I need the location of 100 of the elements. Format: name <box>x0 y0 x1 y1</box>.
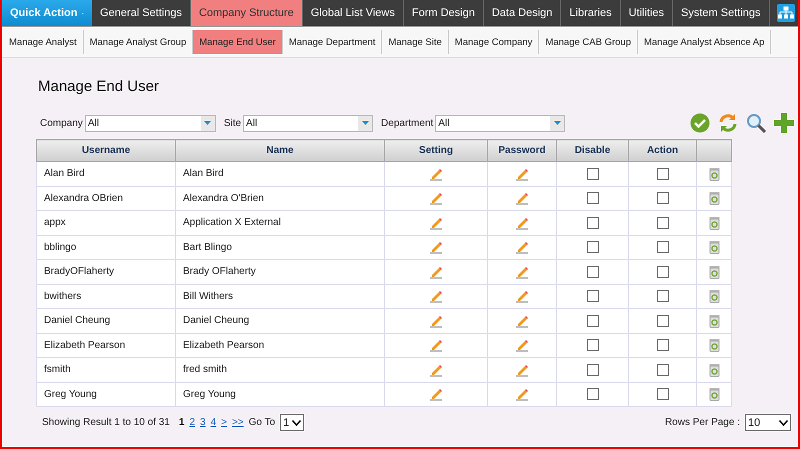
column-header <box>696 140 732 162</box>
pencil-icon[interactable] <box>429 216 443 230</box>
column-header: Name <box>176 140 384 162</box>
recycle-bin-icon[interactable] <box>708 240 720 254</box>
action-checkbox[interactable] <box>656 339 668 352</box>
table-cell: Elizabeth Pearson <box>176 333 384 358</box>
table-cell: Bart Blingo <box>176 235 384 260</box>
recycle-bin-icon[interactable] <box>708 314 720 328</box>
recycle-bin-icon[interactable] <box>708 387 720 402</box>
pencil-icon[interactable] <box>515 387 529 402</box>
sub-nav-tab[interactable]: Manage End User <box>193 30 283 54</box>
pencil-icon[interactable] <box>515 289 529 304</box>
filter-dropdown[interactable]: All <box>84 114 216 132</box>
pencil-icon[interactable] <box>515 362 529 377</box>
pencil-icon[interactable] <box>429 240 443 254</box>
pencil-icon[interactable] <box>429 362 443 377</box>
check-icon[interactable] <box>690 113 710 133</box>
column-header: Disable <box>556 140 628 162</box>
table-cell: Alexandra O'Brien <box>176 186 384 210</box>
page-link[interactable]: 3 <box>200 417 206 428</box>
sub-nav-tab[interactable]: Manage CAB Group <box>539 30 638 54</box>
caret-icon <box>779 420 788 426</box>
column-header: Setting <box>384 140 488 162</box>
table-cell: appx <box>36 210 176 235</box>
page-link[interactable]: > <box>221 417 227 428</box>
pencil-icon[interactable] <box>429 166 443 181</box>
refresh-icon[interactable] <box>718 113 738 133</box>
disable-checkbox[interactable] <box>586 192 598 204</box>
action-checkbox[interactable] <box>656 388 668 400</box>
table-cell: Greg Young <box>176 382 384 406</box>
pencil-icon[interactable] <box>515 166 529 181</box>
sub-nav-tab[interactable]: Manage Analyst Absence Ap <box>638 30 772 54</box>
pencil-icon[interactable] <box>515 314 529 328</box>
pencil-icon[interactable] <box>429 387 443 402</box>
action-checkbox[interactable] <box>656 168 668 180</box>
recycle-bin-icon[interactable] <box>708 362 720 377</box>
action-checkbox[interactable] <box>656 266 668 278</box>
action-checkbox[interactable] <box>656 314 668 327</box>
table-cell: bwithers <box>36 284 176 308</box>
add-icon[interactable] <box>774 113 794 133</box>
pencil-icon[interactable] <box>515 264 529 279</box>
filter-dropdown[interactable]: All <box>435 114 566 132</box>
result-summary: Showing Result 1 to 10 of 31 <box>42 417 170 428</box>
disable-checkbox[interactable] <box>586 364 598 376</box>
caret-icon <box>292 420 302 426</box>
pencil-icon[interactable] <box>429 264 443 279</box>
disable-checkbox[interactable] <box>586 339 598 352</box>
table-cell: Greg Young <box>36 382 176 406</box>
pencil-icon[interactable] <box>429 191 443 206</box>
pencil-icon[interactable] <box>515 338 529 352</box>
sub-nav-tab[interactable]: Manage Department <box>282 30 382 54</box>
recycle-bin-icon[interactable] <box>708 289 720 304</box>
action-checkbox[interactable] <box>656 290 668 302</box>
pencil-icon[interactable] <box>429 338 443 352</box>
disable-checkbox[interactable] <box>586 168 598 180</box>
nav-tab[interactable]: Company Structure <box>190 0 303 26</box>
disable-checkbox[interactable] <box>586 241 598 254</box>
page-title: Manage End User <box>38 78 160 95</box>
pencil-icon[interactable] <box>515 240 529 254</box>
pencil-icon[interactable] <box>515 216 529 230</box>
page-link[interactable]: 2 <box>189 417 195 428</box>
page-link[interactable]: 4 <box>210 417 216 428</box>
action-checkbox[interactable] <box>656 192 668 204</box>
table-cell: fsmith <box>36 358 176 382</box>
sub-nav-tab[interactable]: Manage Site <box>382 30 449 54</box>
disable-checkbox[interactable] <box>586 388 598 400</box>
action-checkbox[interactable] <box>656 216 668 229</box>
caret-icon <box>554 121 561 125</box>
recycle-bin-icon[interactable] <box>708 264 720 279</box>
table-cell: Bill Withers <box>176 284 384 308</box>
pencil-icon[interactable] <box>429 289 443 304</box>
pencil-icon[interactable] <box>429 314 443 328</box>
filter-label: Site <box>224 118 242 128</box>
action-checkbox[interactable] <box>656 364 668 376</box>
table-cell: fred smith <box>176 358 384 382</box>
disable-checkbox[interactable] <box>586 314 598 327</box>
goto-label: Go To <box>248 417 276 428</box>
recycle-bin-icon[interactable] <box>708 338 720 352</box>
page-link[interactable]: 1 <box>178 417 184 428</box>
page-link[interactable]: >> <box>232 417 244 428</box>
goto-dropdown[interactable]: 1 <box>280 414 304 431</box>
pencil-icon[interactable] <box>515 191 529 206</box>
org-chart-icon[interactable] <box>776 4 795 22</box>
disable-checkbox[interactable] <box>586 290 598 302</box>
table-cell: Brady OFlaherty <box>176 260 384 284</box>
recycle-bin-icon[interactable] <box>708 191 720 206</box>
sub-nav-tab[interactable]: Manage Company <box>448 30 540 54</box>
action-checkbox[interactable] <box>656 241 668 254</box>
caret-icon <box>362 121 369 125</box>
filter-dropdown[interactable]: All <box>243 114 374 132</box>
table-cell: Alan Bird <box>176 162 384 186</box>
recycle-bin-icon[interactable] <box>708 216 720 230</box>
table-cell: Daniel Cheung <box>176 308 384 333</box>
recycle-bin-icon[interactable] <box>708 166 720 181</box>
sub-nav-tab[interactable]: Manage Analyst <box>3 30 84 54</box>
search-icon[interactable] <box>746 113 766 133</box>
disable-checkbox[interactable] <box>586 266 598 278</box>
caret-icon <box>204 121 212 125</box>
rows-per-page-dropdown[interactable]: 10 <box>745 414 791 431</box>
disable-checkbox[interactable] <box>586 216 598 229</box>
